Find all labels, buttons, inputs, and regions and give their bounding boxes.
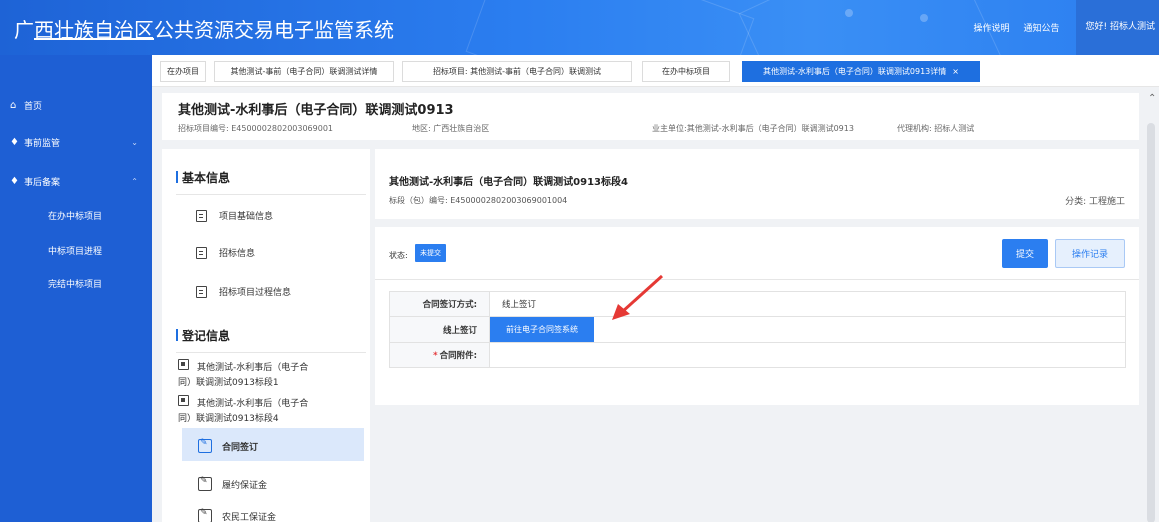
help-link[interactable]: 操作说明: [973, 21, 1009, 34]
chevron-down-icon: ⌄: [131, 137, 138, 147]
package-item[interactable]: 其他测试-水利事后（电子合 同）联调测试0913标段1: [178, 359, 328, 391]
package-item[interactable]: 其他测试-水利事后（电子合 同）联调测试0913标段4: [178, 395, 328, 427]
tab-in-progress[interactable]: 在办项目: [160, 61, 206, 82]
status-label: 状态:: [389, 251, 408, 260]
project-owner: 业主单位:其他测试-水利事后（电子合同）联调测试0913: [652, 124, 854, 133]
tab-in-progress-award[interactable]: 在办中标项目: [642, 61, 730, 82]
header-decoration: [920, 14, 928, 22]
section-title-basic: 基本信息: [175, 171, 231, 185]
form-row: 合同签订方式: 线上签订: [389, 291, 1126, 317]
online-sign-cell: 前往电子合同签系统: [489, 316, 1126, 343]
edit-icon: [198, 476, 212, 491]
app-title: 广西壮族自治区公共资源交易电子监管系统: [14, 18, 394, 42]
scrollbar[interactable]: [1147, 123, 1155, 522]
sidebar-item-home[interactable]: ⌂ 首页: [0, 90, 152, 120]
online-sign-label: 线上签订: [389, 316, 490, 343]
lot-category: 分类: 工程施工: [1065, 197, 1125, 207]
project-region: 地区: 广西壮族自治区: [412, 124, 490, 133]
top-links: 操作说明 通知公告 您好! 招标人测试: [959, 0, 1159, 55]
tab-pre-detail[interactable]: 其他测试-事前（电子合同）联调测试详情: [214, 61, 394, 82]
header-decoration: [845, 9, 853, 17]
sidebar-sub-item[interactable]: 在办中标项目: [0, 209, 152, 222]
sidebar-sub-item[interactable]: 完结中标项目: [0, 277, 152, 290]
tab-post-detail[interactable]: 其他测试-水利事后（电子合同）联调测试0913详情 ×: [742, 61, 980, 82]
page-title: 其他测试-水利事后（电子合同）联调测试0913: [178, 103, 454, 118]
shield-icon: ♦: [10, 175, 19, 187]
main-content: 其他测试-水利事后（电子合同）联调测试0913 招标项目编号: E4500002…: [152, 87, 1159, 522]
lot-card: 其他测试-水利事后（电子合同）联调测试0913标段4 标段（包）编号: E450…: [375, 149, 1139, 219]
nav-item-performance-bond[interactable]: 履约保证金: [198, 476, 267, 491]
required-mark: *: [433, 351, 438, 361]
home-icon: ⌂: [10, 99, 17, 111]
close-icon[interactable]: ×: [952, 67, 959, 76]
notice-link[interactable]: 通知公告: [1024, 21, 1060, 34]
tab-tender-project[interactable]: 招标项目: 其他测试-事前（电子合同）联调测试: [402, 61, 632, 82]
header-decoration: [465, 0, 755, 55]
goto-contract-system-button[interactable]: 前往电子合同签系统: [490, 317, 594, 342]
sidebar: ⌂ 首页 ♦ 事前监管 ⌄ ♦ 事后备案 ⌃ 在办中标项目 中标项目进程 完结中…: [0, 55, 152, 522]
chevron-up-icon[interactable]: ⌃: [1148, 93, 1159, 104]
chevron-up-icon: ⌃: [131, 176, 138, 186]
operation-log-button[interactable]: 操作记录: [1055, 239, 1125, 268]
top-bar: 广西壮族自治区公共资源交易电子监管系统 操作说明 通知公告 您好! 招标人测试: [0, 0, 1159, 55]
contract-form: 合同签订方式: 线上签订 线上签订 前往电子合同签系统 * 合同附件:: [389, 291, 1126, 368]
nav-item-project-basic[interactable]: 项目基础信息: [196, 209, 273, 222]
sidebar-item-post[interactable]: ♦ 事后备案 ⌃: [0, 166, 152, 196]
document-icon: [196, 285, 207, 298]
project-header: 其他测试-水利事后（电子合同）联调测试0913 招标项目编号: E4500002…: [162, 93, 1139, 140]
section-title-register: 登记信息: [175, 329, 231, 343]
package-icon: [178, 359, 189, 370]
submit-button[interactable]: 提交: [1002, 239, 1048, 268]
sign-method-label: 合同签订方式:: [389, 291, 490, 317]
nav-item-contract[interactable]: 合同签订: [198, 438, 258, 453]
edit-icon: [198, 508, 212, 522]
form-row: 线上签订 前往电子合同签系统: [389, 316, 1126, 343]
contract-card: 状态: 未提交 提交 操作记录 合同签订方式: 线上签订 线上签订 前往电子合同…: [375, 227, 1139, 405]
document-icon: [196, 209, 207, 222]
document-icon: [196, 246, 207, 259]
package-icon: [178, 395, 189, 406]
nav-item-worker-bond[interactable]: 农民工保证金: [198, 508, 276, 522]
left-nav-card: 基本信息 项目基础信息 招标信息 招标项目过程信息 登记信息 其他测试-水利事后…: [162, 149, 370, 522]
divider: [176, 352, 366, 353]
edit-icon: [198, 438, 212, 453]
status-badge: 未提交: [415, 244, 446, 262]
nav-item-tender-info[interactable]: 招标信息: [196, 246, 255, 259]
sidebar-sub-item[interactable]: 中标项目进程: [0, 244, 152, 257]
lot-code: 标段（包）编号: E4500002802003069001004: [389, 196, 568, 205]
attachment-label: * 合同附件:: [389, 342, 490, 368]
lot-title: 其他测试-水利事后（电子合同）联调测试0913标段4: [389, 177, 628, 188]
shield-icon: ♦: [10, 136, 19, 148]
tab-bar: 在办项目 其他测试-事前（电子合同）联调测试详情 招标项目: 其他测试-事前（电…: [152, 55, 1159, 87]
nav-item-tender-process[interactable]: 招标项目过程信息: [196, 285, 291, 298]
sidebar-item-pre[interactable]: ♦ 事前监管 ⌄: [0, 127, 152, 157]
user-menu[interactable]: 您好! 招标人测试: [1075, 0, 1159, 55]
project-agent: 代理机构: 招标人测试: [897, 124, 975, 133]
divider: [176, 194, 366, 195]
project-code: 招标项目编号: E4500002802003069001: [178, 124, 333, 133]
divider: [375, 279, 1139, 280]
sign-method-value: 线上签订: [489, 291, 1126, 317]
form-row: * 合同附件:: [389, 342, 1126, 368]
attachment-field[interactable]: [489, 342, 1126, 368]
